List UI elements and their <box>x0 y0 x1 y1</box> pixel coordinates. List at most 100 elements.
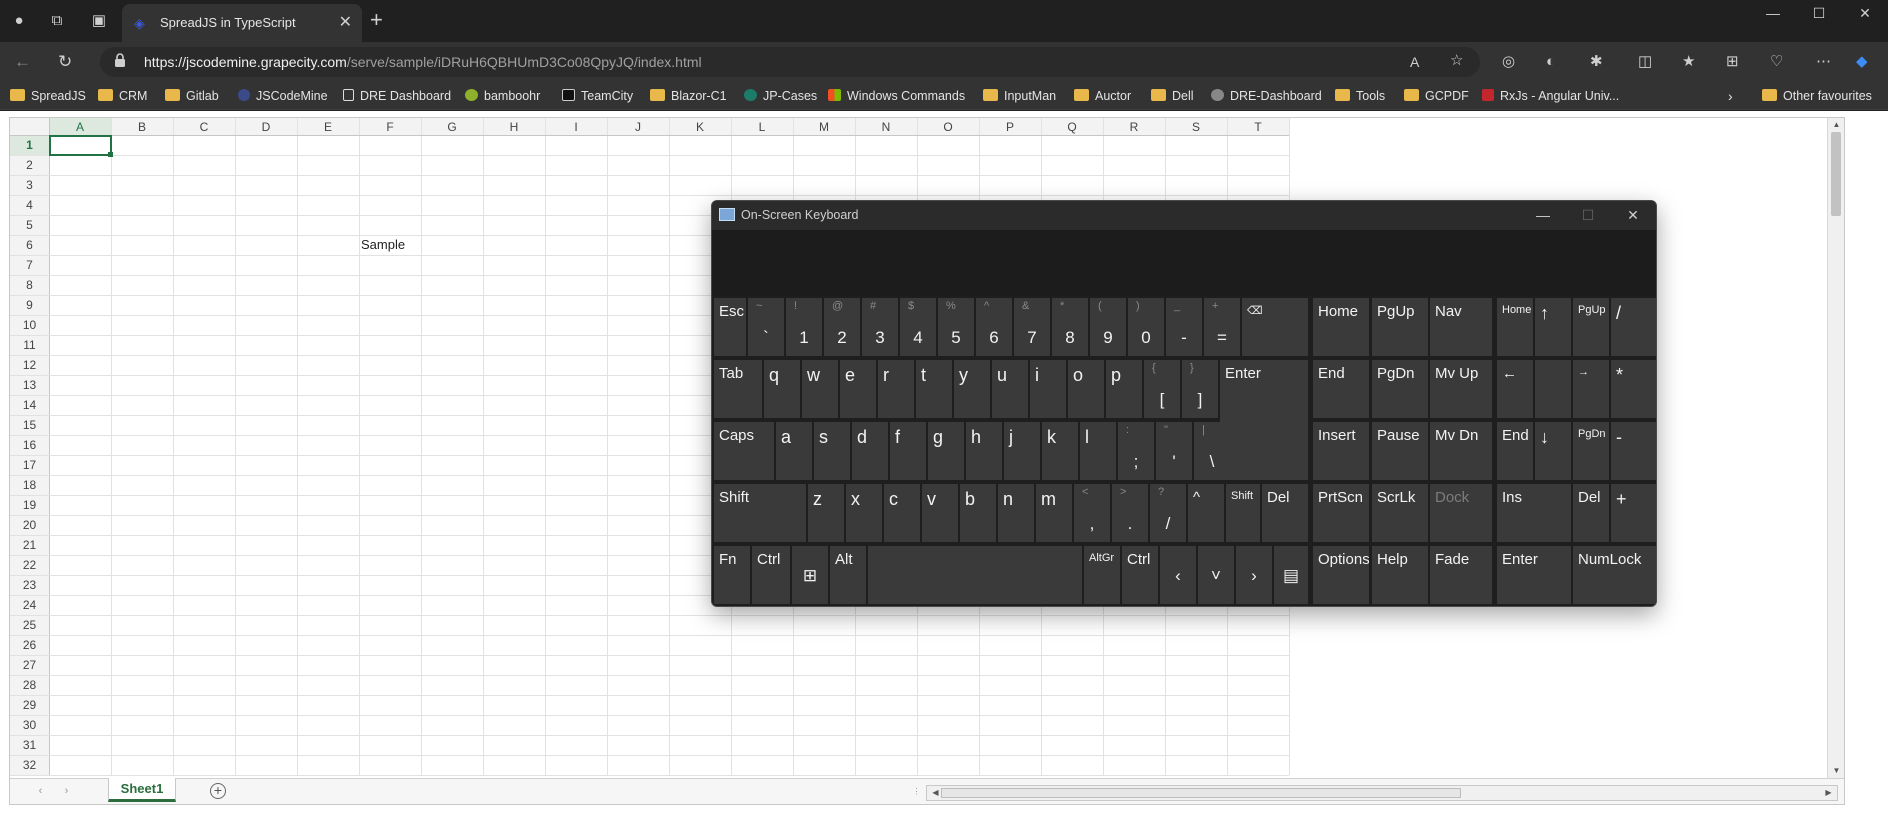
key[interactable]: $4 <box>900 298 936 356</box>
key-shift-right[interactable]: Shift <box>1226 484 1260 542</box>
column-header[interactable]: A <box>76 120 84 134</box>
lock-icon[interactable] <box>114 53 126 67</box>
column-header[interactable]: S <box>1192 120 1200 134</box>
row-header[interactable]: 26 <box>23 638 37 652</box>
tab-splitter-icon[interactable]: ⋮ <box>908 785 925 799</box>
key[interactable]: * 8 <box>1052 298 1088 356</box>
key[interactable]: b <box>960 484 996 542</box>
key[interactable]: @2 <box>824 298 860 356</box>
row-header[interactable]: 30 <box>23 718 37 732</box>
nav-key[interactable]: Mv Up <box>1430 360 1492 418</box>
key-esc[interactable]: Esc <box>714 298 746 356</box>
key[interactable]: }] <box>1182 360 1218 418</box>
bookmark-item[interactable]: CRM <box>98 86 147 106</box>
split-screen-icon[interactable]: ◫ <box>1638 53 1652 71</box>
key[interactable]: n <box>998 484 1034 542</box>
tab-close-icon[interactable]: ✕ <box>339 12 352 32</box>
favorite-star-icon[interactable]: ☆ <box>1450 52 1463 70</box>
key[interactable]: z <box>808 484 844 542</box>
fill-handle[interactable] <box>108 152 113 157</box>
key-ctrl-right[interactable]: Ctrl <box>1122 546 1158 604</box>
key-enter[interactable]: Enter <box>1220 360 1308 480</box>
nav-key[interactable]: Fade <box>1430 546 1492 604</box>
key[interactable]: >. <box>1112 484 1148 542</box>
numpad-key[interactable]: Ins <box>1497 484 1571 542</box>
address-bar[interactable]: https://jscodemine.grapecity.com/serve/s… <box>100 47 1480 77</box>
key[interactable]: y <box>954 360 990 418</box>
column-header[interactable]: T <box>1254 120 1262 134</box>
key[interactable]: + = <box>1204 298 1240 356</box>
key-ctrl[interactable]: Ctrl <box>752 546 790 604</box>
numpad-key[interactable]: PgUp <box>1573 298 1609 356</box>
close-icon[interactable]: ✕ <box>1618 205 1648 225</box>
extensions-puzzle-icon[interactable]: ✱ <box>1590 53 1603 71</box>
bookmark-item[interactable]: SpreadJS <box>10 86 86 106</box>
numpad-key[interactable]: - <box>1611 422 1656 480</box>
row-header[interactable]: 32 <box>23 758 37 772</box>
numpad-key[interactable]: NumLock <box>1573 546 1656 604</box>
key[interactable]: f <box>890 422 926 480</box>
bookmark-item[interactable]: JSCodeMine <box>238 86 328 106</box>
row-header[interactable]: 8 <box>26 278 33 292</box>
key[interactable]: (9 <box>1090 298 1126 356</box>
browser-tab-active[interactable]: ◈ SpreadJS in TypeScript ✕ <box>122 4 362 42</box>
nav-key[interactable]: Options <box>1313 546 1369 604</box>
key-tab[interactable]: Tab <box>714 360 762 418</box>
key[interactable]: g <box>928 422 964 480</box>
column-header[interactable]: B <box>138 120 146 134</box>
key[interactable]: & 7 <box>1014 298 1050 356</box>
column-header[interactable]: N <box>882 120 891 134</box>
key[interactable]: e <box>840 360 876 418</box>
bookmark-item[interactable]: Windows Commands <box>828 86 965 106</box>
numpad-key[interactable]: → <box>1573 360 1609 418</box>
bookmark-item[interactable]: GCPDF <box>1404 86 1469 106</box>
row-header[interactable]: 20 <box>23 518 37 532</box>
nav-key[interactable]: Dock <box>1430 484 1492 542</box>
key[interactable]: m <box>1036 484 1072 542</box>
key-caps[interactable]: Caps <box>714 422 774 480</box>
key[interactable]: l <box>1080 422 1116 480</box>
key-windows[interactable]: ⊞ <box>792 546 828 604</box>
bookmark-item[interactable]: DRE-Dashboard <box>1211 86 1322 106</box>
key[interactable]: ? / <box>1150 484 1186 542</box>
key[interactable]: i <box>1030 360 1066 418</box>
key-fn[interactable]: Fn <box>714 546 750 604</box>
scroll-down-icon[interactable]: ▼ <box>1828 764 1844 778</box>
url-text[interactable]: https://jscodemine.grapecity.com/serve/s… <box>144 54 702 70</box>
horizontal-scrollbar[interactable]: ◀ ▶ <box>926 785 1838 801</box>
bookmark-item[interactable]: bamboohr <box>465 86 540 106</box>
key[interactable]: x <box>846 484 882 542</box>
nav-key[interactable]: Nav <box>1430 298 1492 356</box>
row-header[interactable]: 5 <box>26 218 33 232</box>
osk-titlebar[interactable]: On-Screen Keyboard — ☐ ✕ <box>712 201 1656 230</box>
numpad-key[interactable] <box>1535 360 1571 418</box>
bookmark-item[interactable]: RxJs - Angular Univ... <box>1482 86 1619 106</box>
key[interactable]: h <box>966 422 1002 480</box>
column-header[interactable]: G <box>447 120 456 134</box>
row-header[interactable]: 13 <box>23 378 37 392</box>
close-window-icon[interactable]: ✕ <box>1842 2 1888 24</box>
key[interactable]: #3 <box>862 298 898 356</box>
row-header[interactable]: 2 <box>26 158 33 172</box>
key-alt[interactable]: Alt <box>830 546 866 604</box>
numpad-key[interactable]: * <box>1611 360 1656 418</box>
row-header[interactable]: 18 <box>23 478 37 492</box>
row-header[interactable]: 11 <box>23 338 36 352</box>
key[interactable]: p <box>1106 360 1142 418</box>
key[interactable]: " ' <box>1156 422 1192 480</box>
performance-icon[interactable]: ♡ <box>1770 53 1783 71</box>
key[interactable]: ! 1 <box>786 298 822 356</box>
workspaces-icon[interactable]: ⧉ <box>46 10 68 32</box>
collections-icon[interactable]: ⊞ <box>1726 53 1739 71</box>
minimize-window-icon[interactable]: — <box>1750 2 1796 24</box>
column-header[interactable]: I <box>574 120 577 134</box>
key[interactable]: r <box>878 360 914 418</box>
row-header[interactable]: 31 <box>23 738 37 752</box>
row-header[interactable]: 1 <box>26 138 33 152</box>
key[interactable]: <, <box>1074 484 1110 542</box>
numpad-key[interactable]: PgDn <box>1573 422 1609 480</box>
key[interactable]: s <box>814 422 850 480</box>
numpad-key[interactable]: End <box>1497 422 1533 480</box>
row-header[interactable]: 3 <box>26 178 33 192</box>
row-header[interactable]: 28 <box>23 678 37 692</box>
